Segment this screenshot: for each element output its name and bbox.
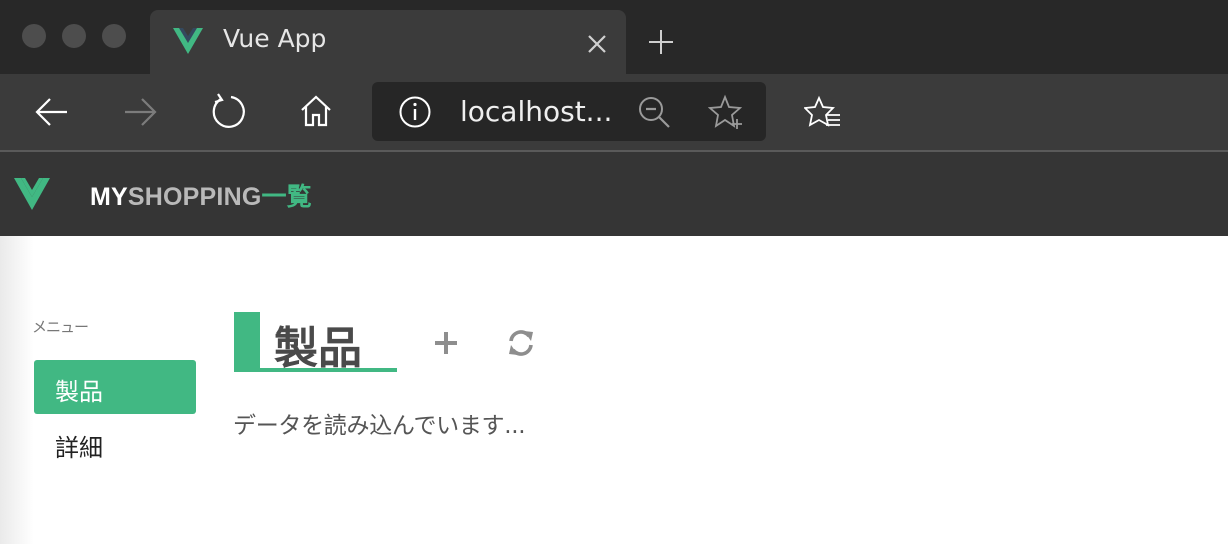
url-text[interactable]: localhost... bbox=[460, 95, 612, 128]
close-icon[interactable] bbox=[586, 33, 608, 55]
loading-status-text: データを読み込んでいます... bbox=[233, 413, 526, 439]
vue-logo-icon bbox=[173, 28, 203, 54]
page-title: 製品 bbox=[274, 323, 362, 374]
add-favorite-icon[interactable] bbox=[708, 94, 746, 132]
back-icon[interactable] bbox=[34, 94, 70, 130]
tab-title: Vue App bbox=[223, 24, 327, 53]
window-maximize-dot[interactable] bbox=[102, 24, 126, 48]
brand-shopping: SHOPPING bbox=[127, 183, 262, 211]
title-accent-bar bbox=[234, 312, 260, 372]
vue-logo-icon[interactable] bbox=[14, 178, 50, 210]
add-product-plus-icon[interactable] bbox=[433, 330, 459, 356]
menu-caption: メニュー bbox=[32, 318, 89, 336]
sidebar-item-products-label: 製品 bbox=[55, 378, 103, 406]
home-icon[interactable] bbox=[298, 93, 334, 129]
window-minimize-dot[interactable] bbox=[62, 24, 86, 48]
window-close-dot[interactable] bbox=[22, 24, 46, 48]
sidebar-item-details-label: 詳細 bbox=[55, 434, 103, 462]
browser-tab[interactable] bbox=[150, 10, 626, 74]
reload-products-icon[interactable] bbox=[506, 328, 536, 358]
info-icon[interactable] bbox=[398, 95, 432, 129]
left-shadow bbox=[0, 236, 34, 544]
brand-list: 一覧 bbox=[261, 183, 312, 211]
new-tab-plus-icon[interactable] bbox=[647, 28, 675, 56]
brand-title[interactable]: MYSHOPPING一覧 bbox=[90, 177, 312, 213]
brand-my: MY bbox=[90, 183, 128, 211]
refresh-icon[interactable] bbox=[208, 91, 248, 131]
forward-icon[interactable] bbox=[122, 94, 158, 130]
zoom-out-icon[interactable] bbox=[636, 94, 672, 130]
favorites-icon[interactable] bbox=[804, 95, 842, 131]
